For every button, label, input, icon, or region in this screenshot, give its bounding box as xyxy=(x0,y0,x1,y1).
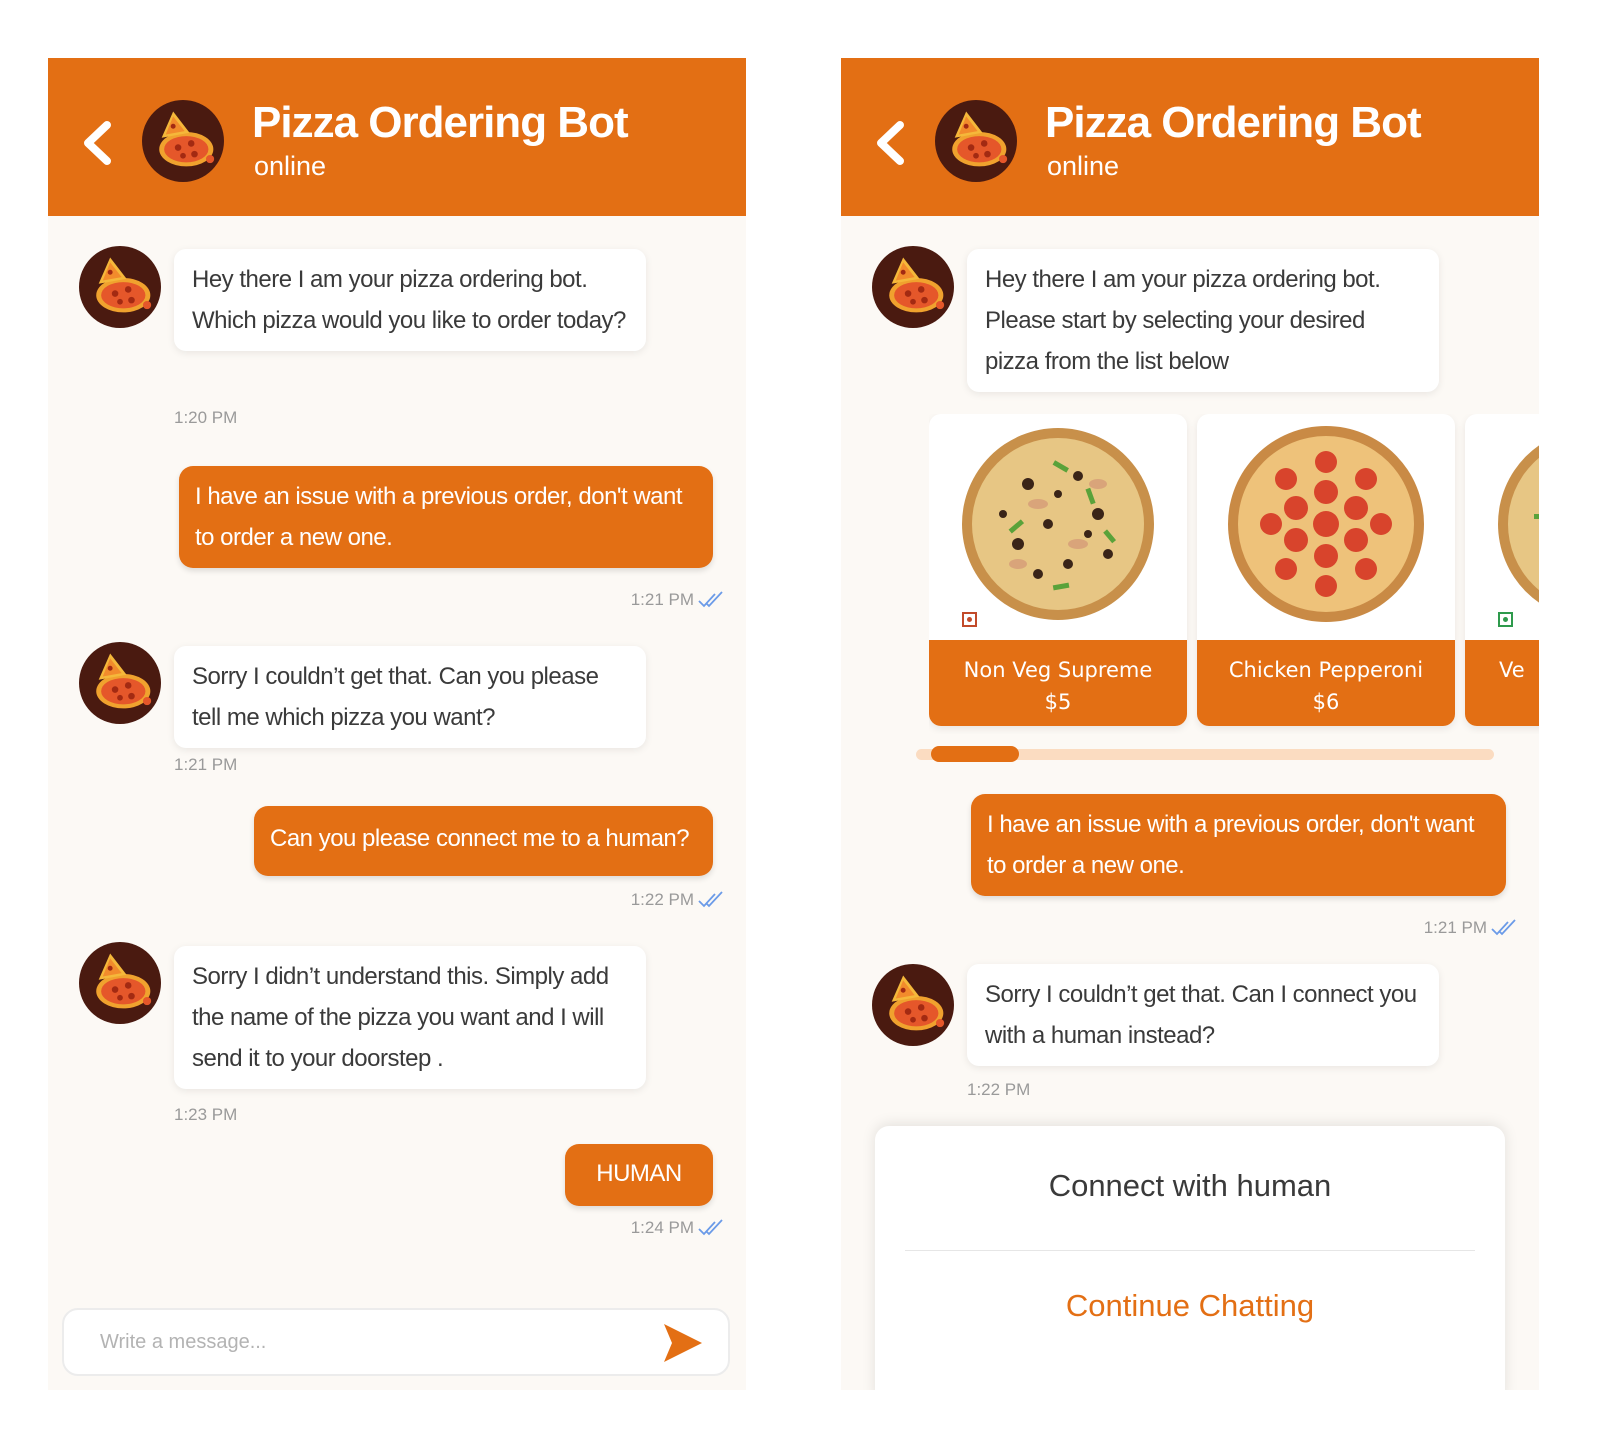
bot-avatar-icon xyxy=(872,246,954,328)
user-message: HUMAN xyxy=(565,1144,713,1206)
bot-message: Sorry I didn’t understand this. Simply a… xyxy=(174,946,646,1089)
message-status: 1:24 PM xyxy=(631,1218,724,1238)
message-timestamp: 1:24 PM xyxy=(630,1218,694,1237)
carousel-scrollbar[interactable] xyxy=(916,746,1494,762)
pizza-price: $5 xyxy=(1044,690,1072,714)
message-timestamp: 1:22 PM xyxy=(967,1080,1031,1099)
pizza-logo-icon xyxy=(142,100,224,182)
bot-message: Sorry I couldn’t get that. Can I connect… xyxy=(967,964,1439,1066)
message-timestamp: 1:20 PM xyxy=(174,408,238,427)
message-status: 1:21 PM xyxy=(631,590,724,610)
pizza-logo-icon xyxy=(935,100,1017,182)
user-message: I have an issue with a previous order, d… xyxy=(971,794,1506,896)
dialog-divider xyxy=(905,1250,1475,1251)
message-timestamp: 1:21 PM xyxy=(174,755,238,774)
bot-status: online xyxy=(254,151,327,181)
handoff-dialog: Connect with human Continue Chatting xyxy=(875,1126,1505,1390)
pizza-card[interactable]: Non Veg Supreme $5 xyxy=(929,414,1187,726)
pizza-card-footer: Chicken Pepperoni $6 xyxy=(1197,640,1455,726)
double-check-icon xyxy=(698,891,724,909)
pizza-name: Ve xyxy=(1499,658,1525,682)
double-check-icon xyxy=(698,591,724,609)
bot-name: Pizza Ordering Bot xyxy=(1045,98,1422,147)
bot-message: Sorry I couldn’t get that. Can you pleas… xyxy=(174,646,646,748)
carousel-scroll-thumb[interactable] xyxy=(931,746,1019,762)
user-message: Can you please connect me to a human? xyxy=(254,806,713,876)
pizza-price: $6 xyxy=(1312,690,1340,714)
veg-pizza-icon xyxy=(1498,445,1539,603)
bot-avatar-icon xyxy=(79,246,161,328)
bot-message: Hey there I am your pizza ordering bot. … xyxy=(174,249,646,351)
message-timestamp: 1:23 PM xyxy=(174,1105,238,1124)
message-input[interactable] xyxy=(100,1322,620,1362)
pizza-card-footer: Non Veg Supreme $5 xyxy=(929,640,1187,726)
double-check-icon xyxy=(1491,919,1517,937)
pepperoni-pizza-icon xyxy=(1228,426,1424,622)
chevron-left-icon[interactable] xyxy=(78,120,114,166)
chat-screen-right: Pizza Ordering Bot online Hey there I am… xyxy=(841,58,1539,1390)
pizza-card[interactable]: Chicken Pepperoni $6 xyxy=(1197,414,1455,726)
bot-avatar-icon xyxy=(79,942,161,1024)
pizza-card[interactable]: Ve xyxy=(1465,414,1539,726)
continue-chatting-button[interactable]: Continue Chatting xyxy=(875,1288,1505,1324)
pizza-carousel[interactable]: Non Veg Supreme $5 Chicken Pepperoni $6 xyxy=(929,414,1539,734)
chevron-left-icon[interactable] xyxy=(871,120,907,166)
bot-avatar-icon xyxy=(79,642,161,724)
chat-header: Pizza Ordering Bot online xyxy=(841,58,1539,216)
supreme-pizza-icon xyxy=(962,428,1154,620)
pizza-name: Chicken Pepperoni xyxy=(1228,658,1424,682)
double-check-icon xyxy=(698,1219,724,1237)
message-composer xyxy=(62,1308,730,1376)
send-icon[interactable] xyxy=(660,1320,706,1366)
message-timestamp: 1:21 PM xyxy=(630,590,694,609)
veg-mark-icon xyxy=(1498,612,1513,627)
chat-screen-left: Pizza Ordering Bot online Hey there I am… xyxy=(48,58,746,1390)
connect-human-button[interactable]: Connect with human xyxy=(875,1168,1505,1204)
non-veg-mark-icon xyxy=(962,612,977,627)
bot-status: online xyxy=(1047,151,1120,181)
bot-message: Hey there I am your pizza ordering bot. … xyxy=(967,249,1439,392)
user-message: I have an issue with a previous order, d… xyxy=(179,466,713,568)
pizza-name: Non Veg Supreme xyxy=(963,658,1153,682)
message-status: 1:21 PM xyxy=(1424,918,1517,938)
bot-avatar-icon xyxy=(872,964,954,1046)
message-timestamp: 1:22 PM xyxy=(630,890,694,909)
message-timestamp: 1:21 PM xyxy=(1423,918,1487,937)
chat-header: Pizza Ordering Bot online xyxy=(48,58,746,216)
bot-name: Pizza Ordering Bot xyxy=(252,98,629,147)
pizza-card-footer: Ve xyxy=(1465,640,1539,726)
message-status: 1:22 PM xyxy=(631,890,724,910)
